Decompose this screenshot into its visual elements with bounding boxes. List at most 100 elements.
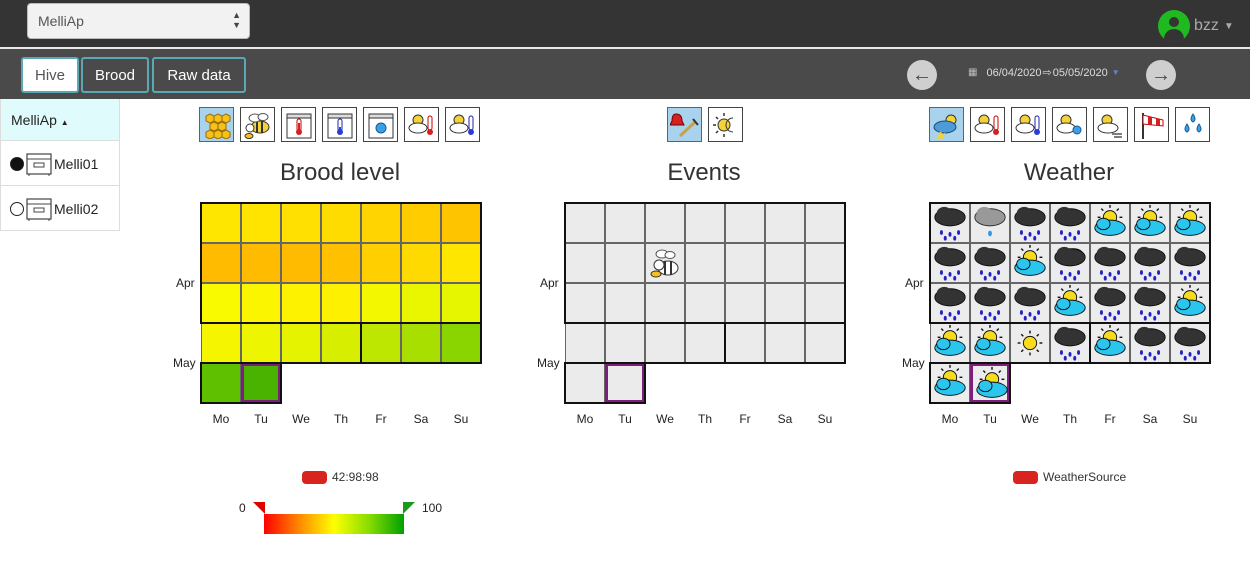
weather-day-cell[interactable] xyxy=(930,243,970,283)
brood-day-cell[interactable] xyxy=(321,203,361,243)
weather-day-cell[interactable] xyxy=(1170,323,1210,363)
event-day-cell[interactable] xyxy=(565,243,605,283)
weather-day-cell[interactable] xyxy=(970,323,1010,363)
weather-day-cell[interactable] xyxy=(1050,203,1090,243)
event-day-cell[interactable] xyxy=(685,243,725,283)
hive-temperature-button[interactable] xyxy=(281,107,316,142)
weather-day-cell[interactable] xyxy=(930,363,970,403)
weather-day-cell[interactable] xyxy=(1010,243,1050,283)
event-day-cell[interactable] xyxy=(805,323,845,363)
event-day-cell[interactable] xyxy=(765,283,805,323)
weather-day-cell[interactable] xyxy=(1090,323,1130,363)
weather-day-cell[interactable] xyxy=(930,203,970,243)
previous-period-button[interactable]: ← xyxy=(907,60,937,90)
weather-hot-button[interactable] xyxy=(404,107,439,142)
next-period-button[interactable]: → xyxy=(1146,60,1176,90)
event-day-cell[interactable] xyxy=(765,203,805,243)
brood-day-cell[interactable] xyxy=(241,283,281,323)
weather-humidity-button[interactable] xyxy=(1052,107,1087,142)
weather-day-cell[interactable] xyxy=(970,203,1010,243)
weather-day-cell[interactable] xyxy=(930,323,970,363)
weather-day-cell[interactable] xyxy=(1050,243,1090,283)
weather-day-cell[interactable] xyxy=(1130,243,1170,283)
event-day-cell[interactable] xyxy=(725,243,765,283)
weather-storm-button[interactable] xyxy=(929,107,964,142)
brood-day-cell[interactable] xyxy=(441,323,481,363)
brood-day-cell[interactable] xyxy=(321,243,361,283)
brood-day-cell[interactable] xyxy=(441,203,481,243)
weather-day-cell[interactable] xyxy=(1170,203,1210,243)
brood-day-cell[interactable] xyxy=(281,203,321,243)
brood-day-cell[interactable] xyxy=(441,283,481,323)
brood-day-cell[interactable] xyxy=(401,323,441,363)
event-day-cell[interactable] xyxy=(685,323,725,363)
brood-day-cell[interactable] xyxy=(401,283,441,323)
weather-day-cell[interactable] xyxy=(1010,323,1050,363)
apiary-select[interactable]: MelliAp ▲ ▼ xyxy=(27,3,250,39)
day-night-button[interactable] xyxy=(708,107,743,142)
hive-item-melli02[interactable]: Melli02 xyxy=(1,186,119,231)
tab-raw-data[interactable]: Raw data xyxy=(152,57,246,93)
event-day-cell[interactable] xyxy=(605,363,645,403)
weather-day-cell[interactable] xyxy=(1010,283,1050,323)
brood-day-cell[interactable] xyxy=(321,323,361,363)
event-day-cell[interactable] xyxy=(805,203,845,243)
weather-day-cell[interactable] xyxy=(1130,283,1170,323)
event-day-cell[interactable] xyxy=(725,283,765,323)
event-day-cell[interactable] xyxy=(605,203,645,243)
weather-day-cell[interactable] xyxy=(1170,243,1210,283)
brood-day-cell[interactable] xyxy=(281,243,321,283)
weather-day-cell[interactable] xyxy=(1170,283,1210,323)
brood-day-cell[interactable] xyxy=(241,323,281,363)
weather-day-cell[interactable] xyxy=(970,283,1010,323)
event-day-cell[interactable] xyxy=(565,323,605,363)
hive-humidity-button[interactable] xyxy=(363,107,398,142)
weather-day-cell[interactable] xyxy=(970,363,1010,403)
brood-day-cell[interactable] xyxy=(321,283,361,323)
event-day-cell[interactable] xyxy=(605,323,645,363)
brood-day-cell[interactable] xyxy=(201,243,241,283)
weather-day-cell[interactable] xyxy=(1050,283,1090,323)
event-day-cell[interactable] xyxy=(565,203,605,243)
weather-hot-button-2[interactable] xyxy=(970,107,1005,142)
event-day-cell[interactable] xyxy=(685,203,725,243)
weather-day-cell[interactable] xyxy=(1090,243,1130,283)
event-day-cell[interactable] xyxy=(805,283,845,323)
tab-brood[interactable]: Brood xyxy=(81,57,149,93)
weather-wind-button[interactable] xyxy=(1093,107,1128,142)
weather-legend[interactable]: WeatherSource xyxy=(1013,470,1126,484)
event-day-cell[interactable] xyxy=(725,203,765,243)
event-day-cell[interactable] xyxy=(805,243,845,283)
rain-button[interactable] xyxy=(1175,107,1210,142)
hive-item-melli01[interactable]: Melli01 xyxy=(1,141,119,186)
brood-honeycomb-button[interactable] xyxy=(199,107,234,142)
event-day-cell[interactable] xyxy=(645,203,685,243)
event-day-cell[interactable] xyxy=(565,363,605,403)
radio-selected[interactable] xyxy=(10,157,24,171)
radio-unselected[interactable] xyxy=(10,202,24,216)
date-range-picker[interactable]: ▦ 06/04/2020 ⇨ 05/05/2020 ▼ xyxy=(968,66,1120,80)
brood-day-cell[interactable] xyxy=(281,283,321,323)
event-day-cell[interactable] xyxy=(645,323,685,363)
weather-cold-button-2[interactable] xyxy=(1011,107,1046,142)
brood-day-cell[interactable] xyxy=(201,283,241,323)
bee-activity-button[interactable] xyxy=(240,107,275,142)
event-day-cell[interactable] xyxy=(765,323,805,363)
brood-legend[interactable]: 42:98:98 xyxy=(302,470,379,484)
brood-day-cell[interactable] xyxy=(281,323,321,363)
weather-day-cell[interactable] xyxy=(1010,203,1050,243)
brood-day-cell[interactable] xyxy=(361,283,401,323)
brood-day-cell[interactable] xyxy=(361,203,401,243)
brood-day-cell[interactable] xyxy=(241,203,281,243)
weather-day-cell[interactable] xyxy=(970,243,1010,283)
event-day-cell[interactable] xyxy=(685,283,725,323)
scale-min-handle[interactable] xyxy=(253,502,265,514)
brood-day-cell[interactable] xyxy=(201,323,241,363)
user-menu[interactable]: bzz ▼ xyxy=(1158,10,1234,42)
weather-day-cell[interactable] xyxy=(930,283,970,323)
apiary-header[interactable]: MelliAp ▲ xyxy=(1,99,119,141)
hive-cold-button[interactable] xyxy=(322,107,357,142)
tab-hive[interactable]: Hive xyxy=(21,57,79,93)
event-day-cell[interactable] xyxy=(645,283,685,323)
weather-day-cell[interactable] xyxy=(1090,203,1130,243)
